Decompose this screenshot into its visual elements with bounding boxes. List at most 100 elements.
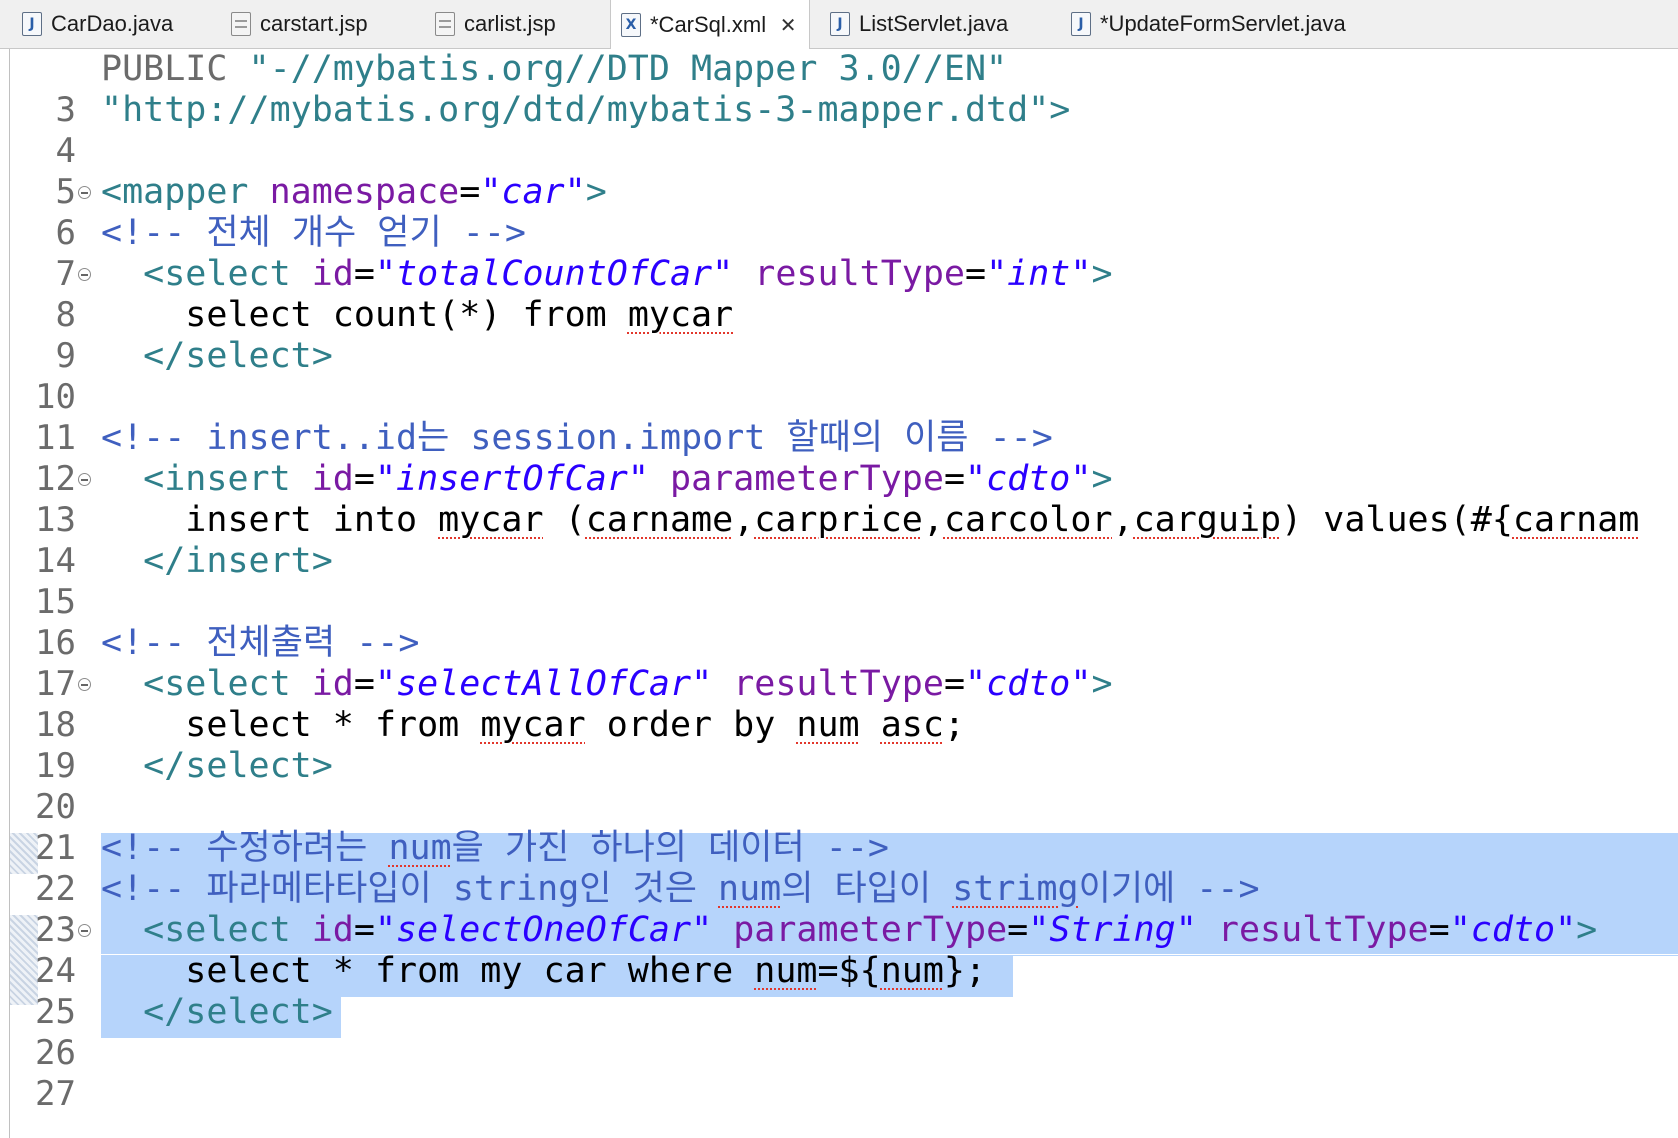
xml-comment: 의 타입이 — [781, 869, 953, 909]
spelling-flagged-word: asc — [880, 705, 944, 745]
tab-label: carstart.jsp — [260, 11, 368, 36]
tag-close: </insert> — [143, 541, 333, 581]
fold-toggle-icon[interactable] — [78, 268, 91, 281]
sql-text: , — [922, 500, 944, 540]
sql-text: ; — [943, 705, 965, 745]
xml-code-editor[interactable]: 3 PUBLIC "-//mybatis.org//DTD Mapper 3.0… — [0, 49, 1678, 1138]
attr-value: insertOfCar — [396, 459, 628, 499]
quote: " — [1028, 910, 1050, 950]
tag-close: > — [1091, 664, 1113, 704]
code-line: 17 <!-- 전체출력 --> — [0, 623, 1678, 704]
attr-value: car — [501, 172, 565, 212]
quote: " — [1070, 664, 1092, 704]
editor-tab-bar: J CarDao.java carstart.jsp carlist.jsp X… — [0, 0, 1678, 49]
tag-close: </select> — [143, 992, 333, 1032]
attr-value: cdto — [1470, 910, 1556, 950]
quote: " — [965, 664, 987, 704]
quote: " — [965, 459, 987, 499]
doctype-string: "http://mybatis.org/dtd/mybatis-3-mapper… — [101, 90, 1071, 130]
tab-label: ListServlet.java — [859, 11, 1009, 36]
close-tab-icon[interactable]: ✕ — [777, 13, 799, 37]
xml-comment: <!-- 전체출력 --> — [101, 623, 420, 663]
spelling-flagged-word: num — [718, 869, 782, 909]
attr-name: resultType — [1217, 910, 1429, 950]
quote: " — [564, 172, 586, 212]
tag-open: <insert — [143, 459, 312, 499]
tab-label: carlist.jsp — [464, 11, 556, 36]
attr-value: String — [1049, 910, 1176, 950]
jsp-file-icon — [435, 12, 455, 36]
fold-toggle-icon[interactable] — [78, 678, 91, 691]
xml-comment: <!-- 수정하려는 — [101, 828, 389, 868]
sql-text: =${ — [817, 951, 881, 991]
tab-listservlet-java[interactable]: J ListServlet.java — [830, 0, 1008, 48]
tab-updateformservlet-java[interactable]: J *UpdateFormServlet.java — [1071, 0, 1346, 48]
tag-open: <mapper — [101, 172, 270, 212]
sql-text: select count(*) from — [185, 295, 628, 335]
spelling-flagged-word: mycar — [480, 705, 586, 745]
spelling-flagged-word: carprice — [754, 500, 923, 540]
quote: " — [627, 459, 649, 499]
tab-carlist-jsp[interactable]: carlist.jsp — [435, 0, 556, 48]
code-line: 23 <!-- 파라메타타입이 string인 것은 num의 타입이 stri… — [0, 869, 1678, 950]
code-line: 5 — [0, 131, 1678, 212]
quote: " — [1070, 254, 1092, 294]
code-line: 3 PUBLIC "-//mybatis.org//DTD Mapper 3.0… — [0, 49, 1678, 130]
tag-close: > — [1091, 254, 1113, 294]
fold-toggle-icon[interactable] — [78, 473, 91, 486]
code-line: 18 <select id="selectAllOfCar" resultTyp… — [0, 664, 1678, 745]
spelling-flagged-word: mycar — [438, 500, 544, 540]
spelling-flagged-word: carcolor — [943, 500, 1113, 540]
attr-eq: = — [965, 254, 987, 294]
tab-label: *UpdateFormServlet.java — [1100, 11, 1346, 36]
code-line: 4 "http://mybatis.org/dtd/mybatis-3-mapp… — [0, 90, 1678, 171]
tab-cardao-java[interactable]: J CarDao.java — [22, 0, 173, 48]
spelling-flagged-word: num — [880, 951, 944, 991]
sql-text: select * from — [185, 705, 481, 745]
attr-name: id — [311, 664, 354, 704]
code-line: 15 </insert> — [0, 541, 1678, 622]
code-line: 16 — [0, 582, 1678, 663]
tab-carstart-jsp[interactable]: carstart.jsp — [231, 0, 368, 48]
quote: " — [986, 254, 1008, 294]
tag-open: <select — [143, 664, 312, 704]
fold-toggle-icon[interactable] — [78, 186, 91, 199]
quote: " — [480, 172, 502, 212]
tab-label: *CarSql.xml — [650, 11, 767, 37]
code-line: 7 <!-- 전체 개수 얻기 --> — [0, 213, 1678, 294]
fold-toggle-icon[interactable] — [78, 924, 91, 937]
sql-text: , — [1112, 500, 1134, 540]
spelling-flagged-word: carname — [585, 500, 734, 540]
spelling-flagged-word: strimg — [952, 869, 1079, 909]
attr-name: id — [311, 254, 354, 294]
spelling-flagged-word: mycar — [627, 295, 734, 335]
code-line: 13 <insert id="insertOfCar" parameterTyp… — [0, 459, 1678, 540]
code-line: 19 select * from mycar order by num asc; — [0, 705, 1678, 786]
doctype-keyword: PUBLIC — [101, 49, 249, 89]
attr-value: selectOneOfCar — [396, 910, 692, 950]
tab-carsql-xml[interactable]: X *CarSql.xml ✕ — [610, 0, 811, 49]
code-line: 24 <select id="selectOneOfCar" parameter… — [0, 910, 1678, 991]
attr-name: resultType — [733, 664, 944, 704]
code-line: 10 </select> — [0, 336, 1678, 417]
java-file-icon: J — [22, 12, 42, 36]
attr-value: cdto — [986, 664, 1071, 704]
tag-close: </select> — [143, 746, 333, 786]
attr-name: parameterType — [733, 910, 1008, 950]
xml-comment: <!-- 파라메타타입이 string인 것은 — [101, 869, 719, 909]
spelling-flagged-word: carguip — [1133, 500, 1282, 540]
quote: " — [374, 910, 397, 950]
code-line: 8 <select id="totalCountOfCar" resultTyp… — [0, 254, 1678, 335]
attr-value: int — [1007, 254, 1071, 294]
